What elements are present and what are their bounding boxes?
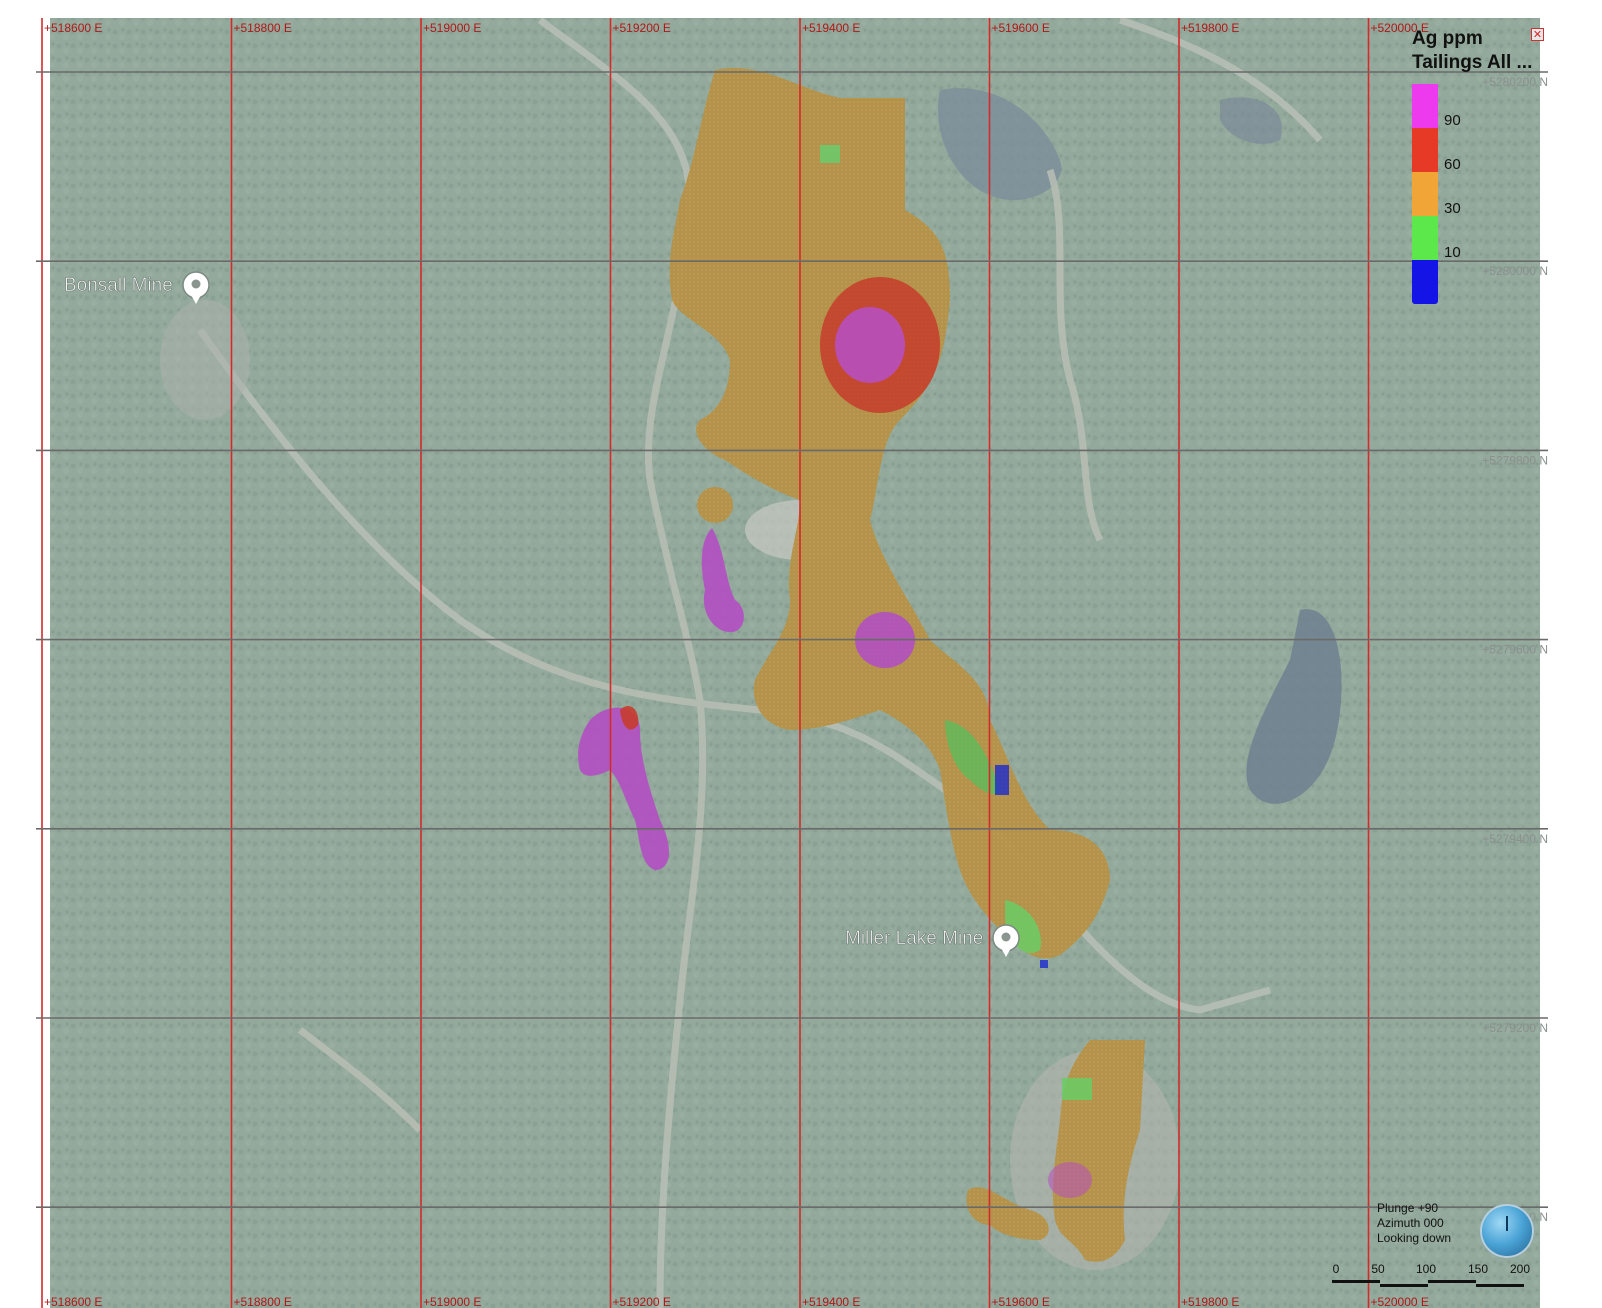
northing-label: +5279400 N: [1482, 832, 1548, 846]
legend-swatch-90: [1412, 84, 1438, 128]
scale-segment: [1332, 1280, 1380, 1283]
scale-bar: 0 50 100 150 200: [1328, 1262, 1531, 1290]
view-orientation-info: Plunge +90 Azimuth 000 Looking down: [1377, 1201, 1497, 1246]
easting-label-bottom: +518800 E: [234, 1295, 292, 1308]
easting-label-bottom: +519400 E: [802, 1295, 860, 1308]
close-icon[interactable]: ✕: [1531, 28, 1544, 41]
scale-tick: 50: [1371, 1262, 1385, 1276]
easting-label-top: +519000 E: [423, 21, 481, 35]
map-view[interactable]: +518600 E +518600 E +518800 E +518800 E +519…: [0, 0, 1602, 1308]
legend-swatch-10: [1412, 216, 1438, 260]
easting-label-bottom: +519600 E: [992, 1295, 1050, 1308]
legend-swatch-30: [1412, 172, 1438, 216]
easting-label-bottom: +519800 E: [1181, 1295, 1239, 1308]
place-label: Bonsall Mine: [64, 275, 173, 296]
northing-label: +5279600 N: [1482, 643, 1548, 657]
legend-panel[interactable]: Ag ppm Tailings All ... ✕ 90 60 30 10: [1412, 22, 1544, 312]
easting-label-bottom: +518600 E: [44, 1295, 102, 1308]
easting-label-top: +519200 E: [613, 21, 671, 35]
easting-label-top: +519600 E: [992, 21, 1050, 35]
easting-label-bottom: +519000 E: [423, 1295, 481, 1308]
scale-tick: 0: [1332, 1262, 1340, 1276]
plunge-text: Plunge +90: [1377, 1201, 1439, 1215]
legend-swatch-low: [1412, 260, 1438, 304]
scale-tick: 200: [1509, 1262, 1531, 1276]
easting-label-top: +518800 E: [234, 21, 292, 35]
easting-label-bottom: +519200 E: [613, 1295, 671, 1308]
easting-label-top: +518600 E: [44, 21, 102, 35]
legend-label-60: 60: [1444, 156, 1461, 173]
easting-label-top: +519400 E: [802, 21, 860, 35]
scale-segment: [1380, 1284, 1428, 1287]
legend-label-30: 30: [1444, 200, 1461, 217]
northing-label: +5279200 N: [1482, 1021, 1548, 1035]
azimuth-text: Azimuth 000: [1377, 1216, 1444, 1230]
looking-text: Looking down: [1377, 1231, 1452, 1245]
compass-icon[interactable]: [1480, 1204, 1534, 1258]
legend-label-90: 90: [1444, 112, 1461, 129]
scale-segment: [1476, 1284, 1524, 1287]
legend-label-10: 10: [1444, 244, 1461, 261]
northing-label: +5279800 N: [1482, 453, 1548, 467]
place-label: Miller Lake Mine: [845, 928, 983, 949]
easting-label-top: +519800 E: [1181, 21, 1239, 35]
legend-title: Ag ppm: [1412, 28, 1483, 49]
legend-swatch-60: [1412, 128, 1438, 172]
scale-tick: 100: [1415, 1262, 1437, 1276]
easting-label-bottom: +520000 E: [1371, 1295, 1429, 1308]
scale-tick: 150: [1467, 1262, 1489, 1276]
legend-subtitle: Tailings All ...: [1412, 52, 1533, 73]
scale-segment: [1428, 1280, 1476, 1283]
